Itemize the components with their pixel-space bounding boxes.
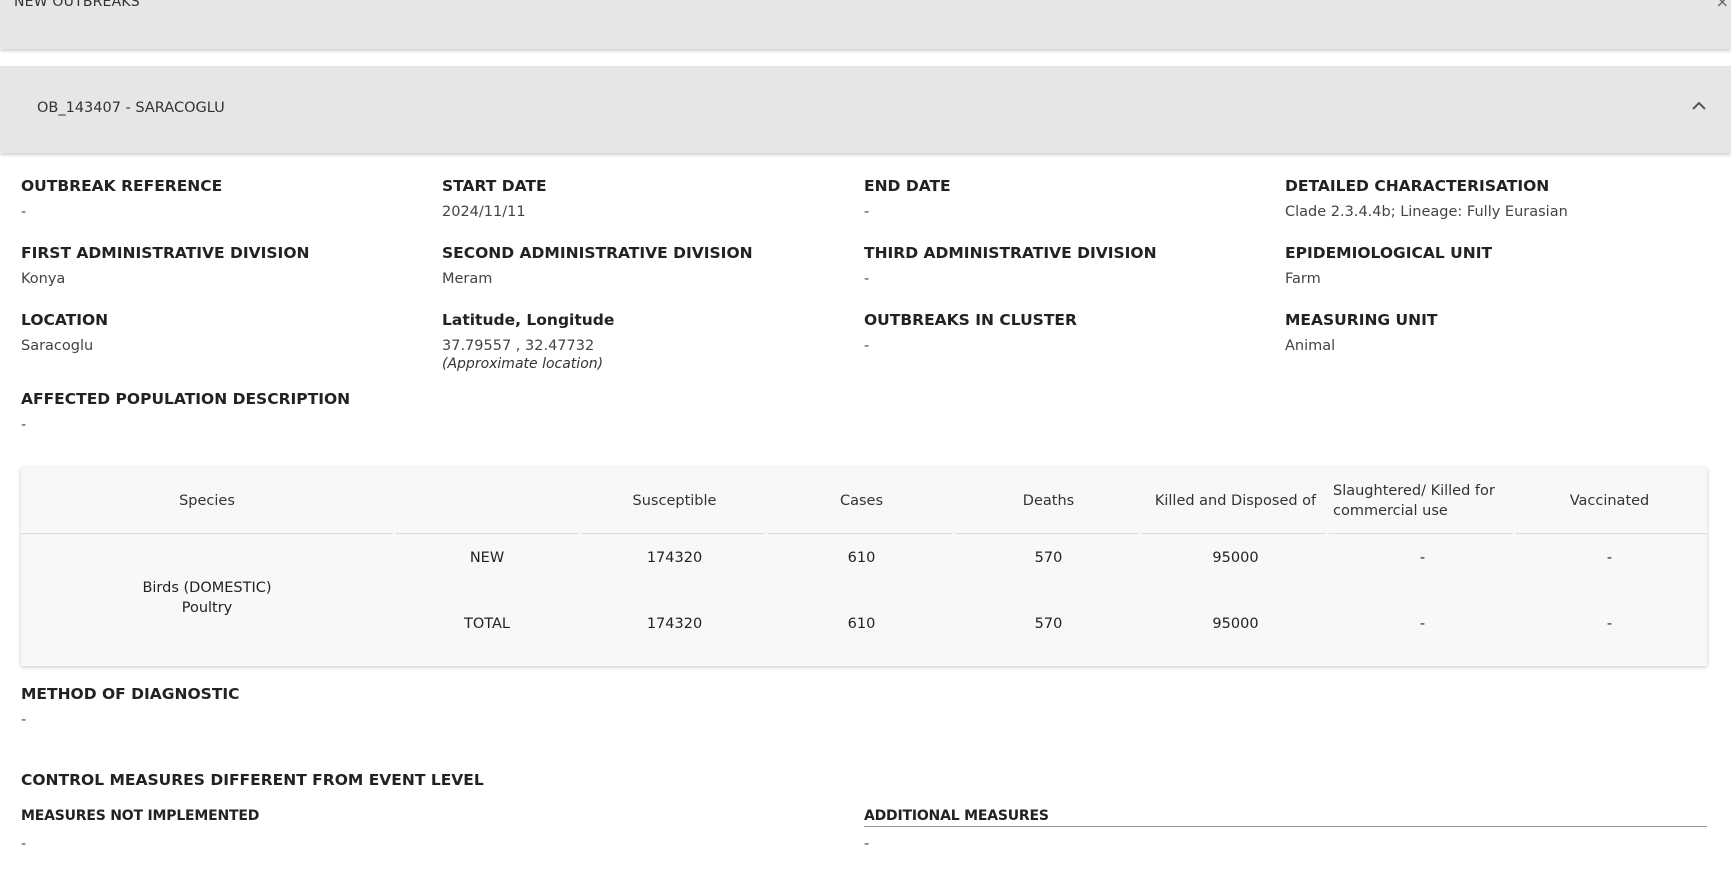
second-admin-value: Meram (442, 271, 493, 287)
row-total-slaughtered: - (1419, 616, 1426, 632)
row-new-killed: 95000 (1212, 550, 1259, 566)
end-date-label: END DATE (864, 177, 951, 195)
measures-not-implemented-value: - (21, 836, 27, 852)
measuring-unit-field: MEASURING UNIT Animal (1285, 311, 1437, 354)
start-date-field: START DATE 2024/11/11 (442, 177, 547, 220)
row-new-deaths: 570 (1034, 550, 1063, 566)
outbreaks-in-cluster-value: - (864, 338, 870, 354)
col-header-killed: Killed and Disposed of (1154, 493, 1317, 509)
outbreak-reference-field: OUTBREAK REFERENCE - (21, 177, 222, 220)
epi-unit-label: EPIDEMIOLOGICAL UNIT (1285, 244, 1493, 262)
third-admin-field: THIRD ADMINISTRATIVE DIVISION - (864, 244, 1157, 287)
method-of-diagnostic-label: METHOD OF DIAGNOSTIC (21, 685, 240, 703)
location-field: LOCATION Saracoglu (21, 311, 108, 354)
row-new-type: NEW (469, 550, 505, 566)
additional-measures-value: - (864, 836, 870, 852)
header-divider (1516, 533, 1707, 534)
species-category: Poultry (181, 600, 233, 616)
col-header-species: Species (179, 493, 235, 509)
outbreak-reference-value: - (21, 204, 27, 220)
header-divider (1142, 533, 1326, 534)
outbreaks-in-cluster-field: OUTBREAKS IN CLUSTER - (864, 311, 1077, 354)
lat-long-label: Latitude, Longitude (442, 311, 615, 329)
location-value: Saracoglu (21, 338, 94, 354)
epi-unit-value: Farm (1285, 271, 1321, 287)
header-divider (1329, 533, 1513, 534)
end-date-field: END DATE - (864, 177, 951, 220)
col-header-deaths: Deaths (1022, 493, 1075, 509)
chevron-up-icon[interactable] (1689, 96, 1709, 116)
detailed-characterisation-field: DETAILED CHARACTERISATION Clade 2.3.4.4b… (1285, 177, 1568, 220)
third-admin-label: THIRD ADMINISTRATIVE DIVISION (864, 244, 1157, 262)
row-new-slaughtered: - (1419, 550, 1426, 566)
header-divider (581, 533, 765, 534)
first-admin-field: FIRST ADMINISTRATIVE DIVISION Konya (21, 244, 309, 287)
row-total-killed: 95000 (1212, 616, 1259, 632)
start-date-value: 2024/11/11 (442, 204, 526, 220)
row-total-type: TOTAL (464, 616, 510, 632)
first-admin-label: FIRST ADMINISTRATIVE DIVISION (21, 244, 310, 262)
row-new-vaccinated: - (1606, 550, 1613, 566)
measures-not-implemented-label: MEASURES NOT IMPLEMENTED (21, 808, 260, 824)
header-divider (955, 533, 1139, 534)
third-admin-value: - (864, 271, 870, 287)
outbreak-header[interactable]: OB_143407 - SARACOGLU (0, 66, 1731, 153)
outbreaks-in-cluster-label: OUTBREAKS IN CLUSTER (864, 311, 1077, 329)
second-admin-field: SECOND ADMINISTRATIVE DIVISION Meram (442, 244, 753, 287)
affected-population-field: AFFECTED POPULATION DESCRIPTION - (21, 390, 350, 433)
detailed-characterisation-value: Clade 2.3.4.4b; Lineage: Fully Eurasian (1285, 204, 1568, 220)
method-of-diagnostic-value: - (21, 712, 27, 728)
col-header-susceptible: Susceptible (632, 493, 717, 509)
row-new-cases: 610 (847, 550, 876, 566)
row-total-deaths: 570 (1034, 616, 1063, 632)
outbreak-title: OB_143407 - SARACOGLU (37, 100, 225, 116)
close-icon[interactable]: × (1716, 0, 1729, 11)
additional-measures-label: ADDITIONAL MEASURES (864, 808, 1049, 824)
col-header-slaughtered-line2: commercial use (1333, 503, 1448, 519)
affected-population-value: - (21, 417, 27, 433)
control-measures-title: CONTROL MEASURES DIFFERENT FROM EVENT LE… (21, 771, 484, 789)
affected-population-label: AFFECTED POPULATION DESCRIPTION (21, 390, 351, 408)
method-of-diagnostic-field: METHOD OF DIAGNOSTIC - (21, 685, 240, 728)
col-header-slaughtered: Slaughtered/ Killed for commercial use (1333, 468, 1516, 534)
col-header-vaccinated: Vaccinated (1569, 493, 1650, 509)
header-divider (396, 533, 578, 534)
second-admin-label: SECOND ADMINISTRATIVE DIVISION (442, 244, 753, 262)
row-total-susceptible: 174320 (646, 616, 703, 632)
approximate-location-note: (Approximate location) (442, 356, 604, 372)
lat-long-value: 37.79557 , 32.47732 (442, 338, 595, 354)
new-outbreaks-panel[interactable]: NEW OUTBREAKS × (0, 0, 1731, 49)
row-total-cases: 610 (847, 616, 876, 632)
species-cell: Birds (DOMESTIC) Poultry (21, 578, 393, 618)
lat-long-field: Latitude, Longitude 37.79557 , 32.47732 … (442, 311, 614, 372)
header-divider (21, 533, 393, 534)
location-label: LOCATION (21, 311, 109, 329)
row-total-vaccinated: - (1606, 616, 1613, 632)
col-header-slaughtered-line1: Slaughtered/ Killed for (1333, 483, 1495, 499)
quantitative-data-table: Species Susceptible Cases Deaths Killed … (21, 468, 1707, 666)
species-name: Birds (DOMESTIC) (142, 580, 272, 596)
new-outbreaks-title: NEW OUTBREAKS (14, 0, 140, 10)
outbreak-reference-label: OUTBREAK REFERENCE (21, 177, 223, 195)
start-date-label: START DATE (442, 177, 547, 195)
additional-measures-field: - (864, 836, 869, 852)
col-header-cases: Cases (839, 493, 884, 509)
additional-measures-divider (864, 826, 1707, 827)
measuring-unit-value: Animal (1285, 338, 1336, 354)
control-measures-section: CONTROL MEASURES DIFFERENT FROM EVENT LE… (21, 771, 484, 789)
row-new-susceptible: 174320 (646, 550, 703, 566)
end-date-value: - (864, 204, 870, 220)
header-divider (768, 533, 952, 534)
epi-unit-field: EPIDEMIOLOGICAL UNIT Farm (1285, 244, 1492, 287)
first-admin-value: Konya (21, 271, 66, 287)
measures-not-implemented-field: - (21, 836, 26, 852)
measuring-unit-label: MEASURING UNIT (1285, 311, 1438, 329)
detailed-characterisation-label: DETAILED CHARACTERISATION (1285, 177, 1550, 195)
